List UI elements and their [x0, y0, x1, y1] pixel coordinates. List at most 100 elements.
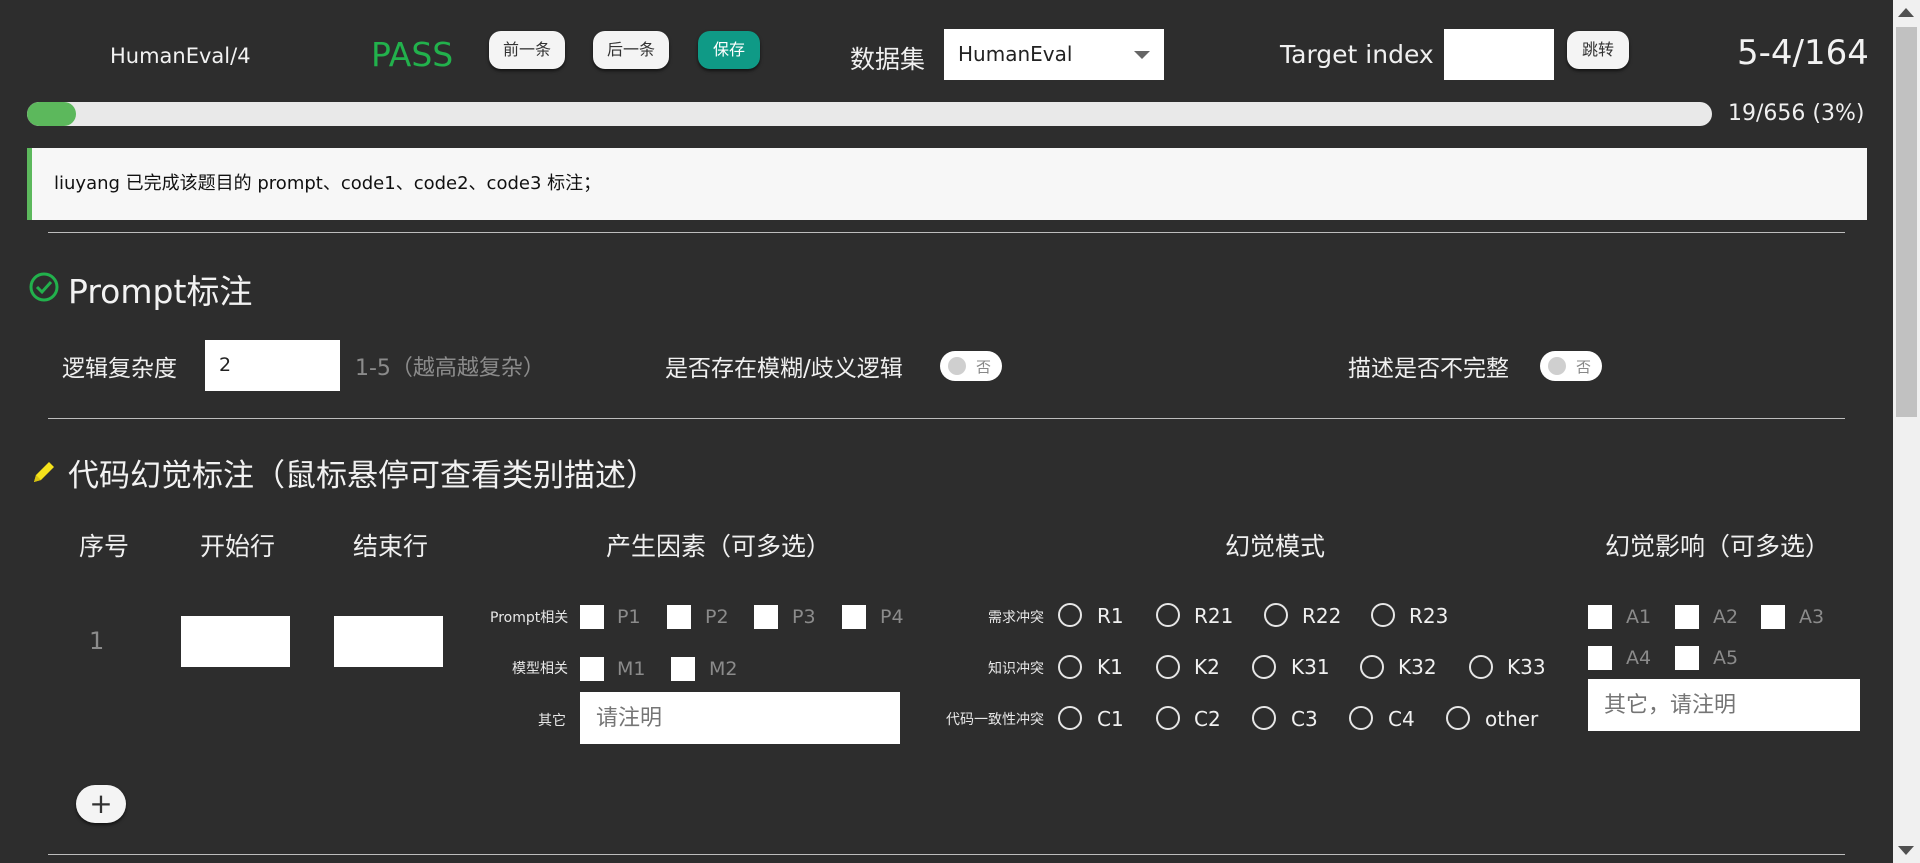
- radio-k32[interactable]: [1360, 655, 1384, 679]
- option-k2: K2: [1194, 655, 1220, 679]
- option-a2: A2: [1713, 606, 1739, 628]
- toggle-text: 否: [1576, 358, 1592, 376]
- other-factor-label: 其它: [538, 713, 566, 729]
- incomplete-label: 描述是否不完整: [1348, 356, 1509, 382]
- option-p4: P4: [880, 606, 904, 628]
- prompt-factor-label: Prompt相关: [490, 610, 569, 626]
- col-header-end: 结束行: [353, 532, 429, 561]
- option-a5: A5: [1713, 647, 1739, 669]
- radio-k31[interactable]: [1252, 655, 1276, 679]
- ambiguity-label: 是否存在模糊/歧义逻辑: [665, 356, 903, 382]
- dataset-select[interactable]: HumanEval: [944, 29, 1164, 80]
- save-button[interactable]: 保存: [698, 31, 760, 69]
- option-r23: R23: [1409, 604, 1449, 628]
- toggle-text: 否: [976, 358, 992, 376]
- radio-c4[interactable]: [1349, 706, 1373, 730]
- option-k33: K33: [1507, 655, 1546, 679]
- other-impact-input[interactable]: [1588, 679, 1860, 731]
- next-button[interactable]: 后一条: [593, 31, 669, 69]
- option-p2: P2: [705, 606, 729, 628]
- option-r1: R1: [1097, 604, 1124, 628]
- incomplete-toggle[interactable]: 否: [1540, 351, 1602, 381]
- radio-k33[interactable]: [1469, 655, 1493, 679]
- option-a4: A4: [1626, 647, 1652, 669]
- target-index-label: Target index: [1280, 40, 1434, 69]
- end-line-input[interactable]: [334, 616, 443, 667]
- task-name: HumanEval/4: [110, 44, 251, 68]
- radio-r21[interactable]: [1156, 603, 1180, 627]
- checkbox-m2[interactable]: [671, 657, 695, 681]
- radio-c2[interactable]: [1156, 706, 1180, 730]
- status-pass: PASS: [371, 35, 454, 74]
- divider: [48, 232, 1845, 233]
- checkbox-a2[interactable]: [1675, 605, 1699, 629]
- complexity-input[interactable]: 2: [205, 340, 340, 391]
- divider: [48, 418, 1845, 419]
- radio-k2[interactable]: [1156, 655, 1180, 679]
- progress-text: 19/656 (3%): [1728, 101, 1865, 126]
- code-consistency-conflict-label: 代码一致性冲突: [946, 712, 1044, 728]
- progress-bar: [27, 102, 1712, 126]
- option-a3: A3: [1799, 606, 1825, 628]
- prompt-section-title: Prompt标注: [68, 272, 253, 311]
- option-a1: A1: [1626, 606, 1652, 628]
- toggle-knob: [948, 357, 966, 375]
- hallucination-section-title: 代码幻觉标注（鼠标悬停可查看类别描述）: [68, 458, 657, 494]
- radio-other[interactable]: [1446, 706, 1470, 730]
- option-c1: C1: [1097, 707, 1124, 731]
- other-factor-input[interactable]: [580, 692, 900, 744]
- requirement-conflict-label: 需求冲突: [988, 610, 1044, 626]
- prev-button[interactable]: 前一条: [489, 31, 565, 69]
- checkbox-a5[interactable]: [1675, 646, 1699, 670]
- scroll-up-icon[interactable]: [1898, 8, 1914, 17]
- option-m1: M1: [617, 658, 646, 680]
- option-c4: C4: [1388, 707, 1415, 731]
- radio-r1[interactable]: [1058, 603, 1082, 627]
- checkbox-p1[interactable]: [580, 605, 604, 629]
- option-c3: C3: [1291, 707, 1318, 731]
- completion-notice: liuyang 已完成该题目的 prompt、code1、code2、code3…: [27, 148, 1867, 220]
- radio-c3[interactable]: [1252, 706, 1276, 730]
- option-p1: P1: [617, 606, 641, 628]
- checkbox-p3[interactable]: [754, 605, 778, 629]
- divider: [48, 854, 1845, 855]
- checkbox-a1[interactable]: [1588, 605, 1612, 629]
- dataset-label: 数据集: [850, 45, 926, 74]
- row-index: 1: [89, 627, 105, 655]
- option-k1: K1: [1097, 655, 1123, 679]
- radio-k1[interactable]: [1058, 655, 1082, 679]
- radio-c1[interactable]: [1058, 706, 1082, 730]
- jump-button[interactable]: 跳转: [1567, 31, 1629, 69]
- add-row-button[interactable]: +: [76, 785, 126, 823]
- item-counter: 5-4/164: [1737, 33, 1869, 73]
- checkbox-m1[interactable]: [580, 657, 604, 681]
- option-p3: P3: [792, 606, 816, 628]
- progress-fill: [27, 102, 76, 126]
- option-k32: K32: [1398, 655, 1437, 679]
- option-m2: M2: [709, 658, 738, 680]
- option-k31: K31: [1291, 655, 1330, 679]
- checkbox-p2[interactable]: [667, 605, 691, 629]
- knowledge-conflict-label: 知识冲突: [988, 661, 1044, 677]
- complexity-hint: 1-5（越高越复杂）: [355, 356, 545, 381]
- checkbox-a3[interactable]: [1761, 605, 1785, 629]
- radio-r23[interactable]: [1371, 603, 1395, 627]
- check-circle-icon: [29, 272, 59, 302]
- complexity-label: 逻辑复杂度: [62, 356, 177, 382]
- col-header-factors: 产生因素（可多选）: [606, 532, 832, 561]
- toggle-knob: [1548, 357, 1566, 375]
- col-header-impact: 幻觉影响（可多选）: [1605, 532, 1831, 561]
- scroll-down-icon[interactable]: [1898, 846, 1914, 855]
- checkbox-p4[interactable]: [842, 605, 866, 629]
- model-factor-label: 模型相关: [512, 661, 568, 677]
- radio-r22[interactable]: [1264, 603, 1288, 627]
- scrollbar-thumb[interactable]: [1896, 27, 1917, 417]
- option-r22: R22: [1302, 604, 1342, 628]
- col-header-index: 序号: [79, 532, 130, 561]
- start-line-input[interactable]: [181, 616, 290, 667]
- pencil-icon: [34, 462, 54, 482]
- ambiguity-toggle[interactable]: 否: [940, 351, 1002, 381]
- checkbox-a4[interactable]: [1588, 646, 1612, 670]
- option-other: other: [1485, 707, 1539, 731]
- target-index-input[interactable]: [1444, 29, 1554, 80]
